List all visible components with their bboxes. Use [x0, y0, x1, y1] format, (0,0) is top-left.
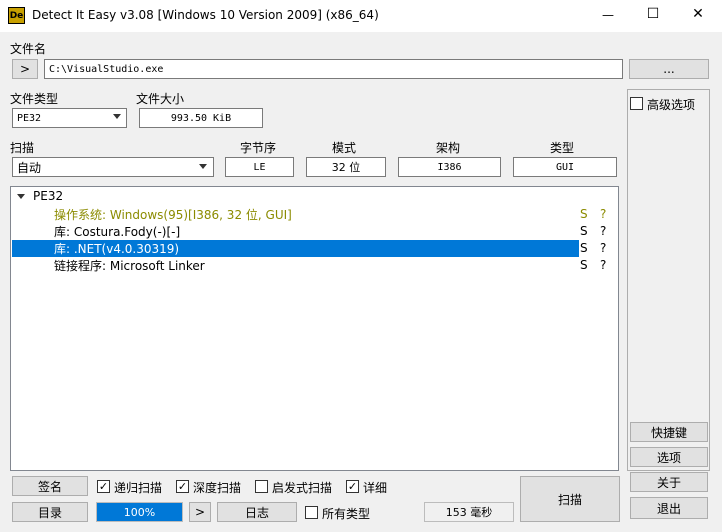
result-row[interactable]: 操作系统: Windows(95)[I386, 32 位, GUI] [12, 206, 617, 223]
scan-value: 自动 [17, 160, 42, 175]
progress-bar: 100% [96, 502, 183, 522]
signature-button[interactable]: 签名 [12, 476, 88, 496]
signature-s-button[interactable]: S [580, 241, 588, 255]
filetype-value: PE32 [17, 112, 42, 124]
signature-s-button[interactable]: S [580, 207, 588, 221]
recursive-label: 递归扫描 [114, 481, 163, 495]
verbose-label: 详细 [363, 481, 388, 495]
app-icon: De [8, 7, 25, 24]
next-button[interactable]: > [189, 502, 211, 522]
scan-select[interactable]: 自动 [12, 157, 214, 177]
window-title: Detect It Easy v3.08 [Windows 10 Version… [32, 8, 379, 22]
endian-field: LE [225, 157, 294, 177]
chevron-down-icon [113, 114, 121, 119]
filetype-select[interactable]: PE32 [12, 108, 127, 128]
advanced-checkbox[interactable] [630, 97, 643, 110]
time-field: 153 毫秒 [424, 502, 514, 522]
side-panel [627, 89, 710, 471]
file-nav-button[interactable]: > [12, 59, 38, 79]
heuristic-label: 启发式扫描 [272, 481, 333, 495]
filename-label: 文件名 [10, 42, 47, 56]
log-button[interactable]: 日志 [217, 502, 297, 522]
info-question-button[interactable]: ? [600, 241, 606, 255]
browse-button[interactable]: ... [629, 59, 709, 79]
result-text: 操作系统: Windows(95)[I386, 32 位, GUI] [54, 208, 292, 222]
arch-label: 架构 [436, 141, 461, 155]
directory-button[interactable]: 目录 [12, 502, 88, 522]
arch-field: I386 [398, 157, 501, 177]
info-question-button[interactable]: ? [600, 258, 606, 272]
signature-s-button[interactable]: S [580, 258, 588, 272]
filesize-label: 文件大小 [136, 92, 185, 106]
mode-field: 32 位 [306, 157, 386, 177]
filetype-label: 文件类型 [10, 92, 59, 106]
deep-label: 深度扫描 [193, 481, 242, 495]
result-text: 库: .NET(v4.0.30319) [54, 242, 180, 256]
tree-root[interactable]: PE32 [33, 189, 63, 203]
deep-checkbox[interactable]: ✓ [176, 480, 189, 493]
shortcuts-button[interactable]: 快捷键 [630, 422, 708, 442]
result-row[interactable]: 库: Costura.Fody(-)[-] [12, 223, 617, 240]
result-row[interactable]: 库: .NET(v4.0.30319) [12, 240, 579, 257]
type-field: GUI [513, 157, 617, 177]
type-label: 类型 [550, 141, 575, 155]
tree-expand-icon[interactable] [17, 194, 25, 199]
close-button[interactable]: ✕ [688, 6, 708, 22]
alltypes-checkbox[interactable] [305, 506, 318, 519]
minimize-button[interactable]: — [598, 8, 618, 22]
progress-text: 100% [123, 505, 156, 519]
about-button[interactable]: 关于 [630, 472, 708, 492]
endian-label: 字节序 [240, 141, 277, 155]
filesize-field: 993.50 KiB [139, 108, 263, 128]
verbose-checkbox[interactable]: ✓ [346, 480, 359, 493]
advanced-label: 高级选项 [647, 98, 696, 112]
mode-label: 模式 [332, 141, 357, 155]
scan-button[interactable]: 扫描 [520, 476, 620, 522]
alltypes-label: 所有类型 [322, 507, 371, 521]
file-path-field[interactable]: C:\VisualStudio.exe [44, 59, 623, 79]
result-text: 链接程序: Microsoft Linker [54, 259, 205, 273]
chevron-down-icon [199, 164, 207, 169]
title-bar: De Detect It Easy v3.08 [Windows 10 Vers… [0, 0, 722, 32]
options-button[interactable]: 选项 [630, 447, 708, 467]
exit-button[interactable]: 退出 [630, 497, 708, 519]
maximize-button[interactable]: ☐ [643, 6, 663, 22]
result-text: 库: Costura.Fody(-)[-] [54, 225, 181, 239]
signature-s-button[interactable]: S [580, 224, 588, 238]
scan-label: 扫描 [10, 141, 35, 155]
heuristic-checkbox[interactable] [255, 480, 268, 493]
info-question-button[interactable]: ? [600, 207, 606, 221]
recursive-checkbox[interactable]: ✓ [97, 480, 110, 493]
result-row[interactable]: 链接程序: Microsoft Linker [12, 257, 617, 274]
info-question-button[interactable]: ? [600, 224, 606, 238]
